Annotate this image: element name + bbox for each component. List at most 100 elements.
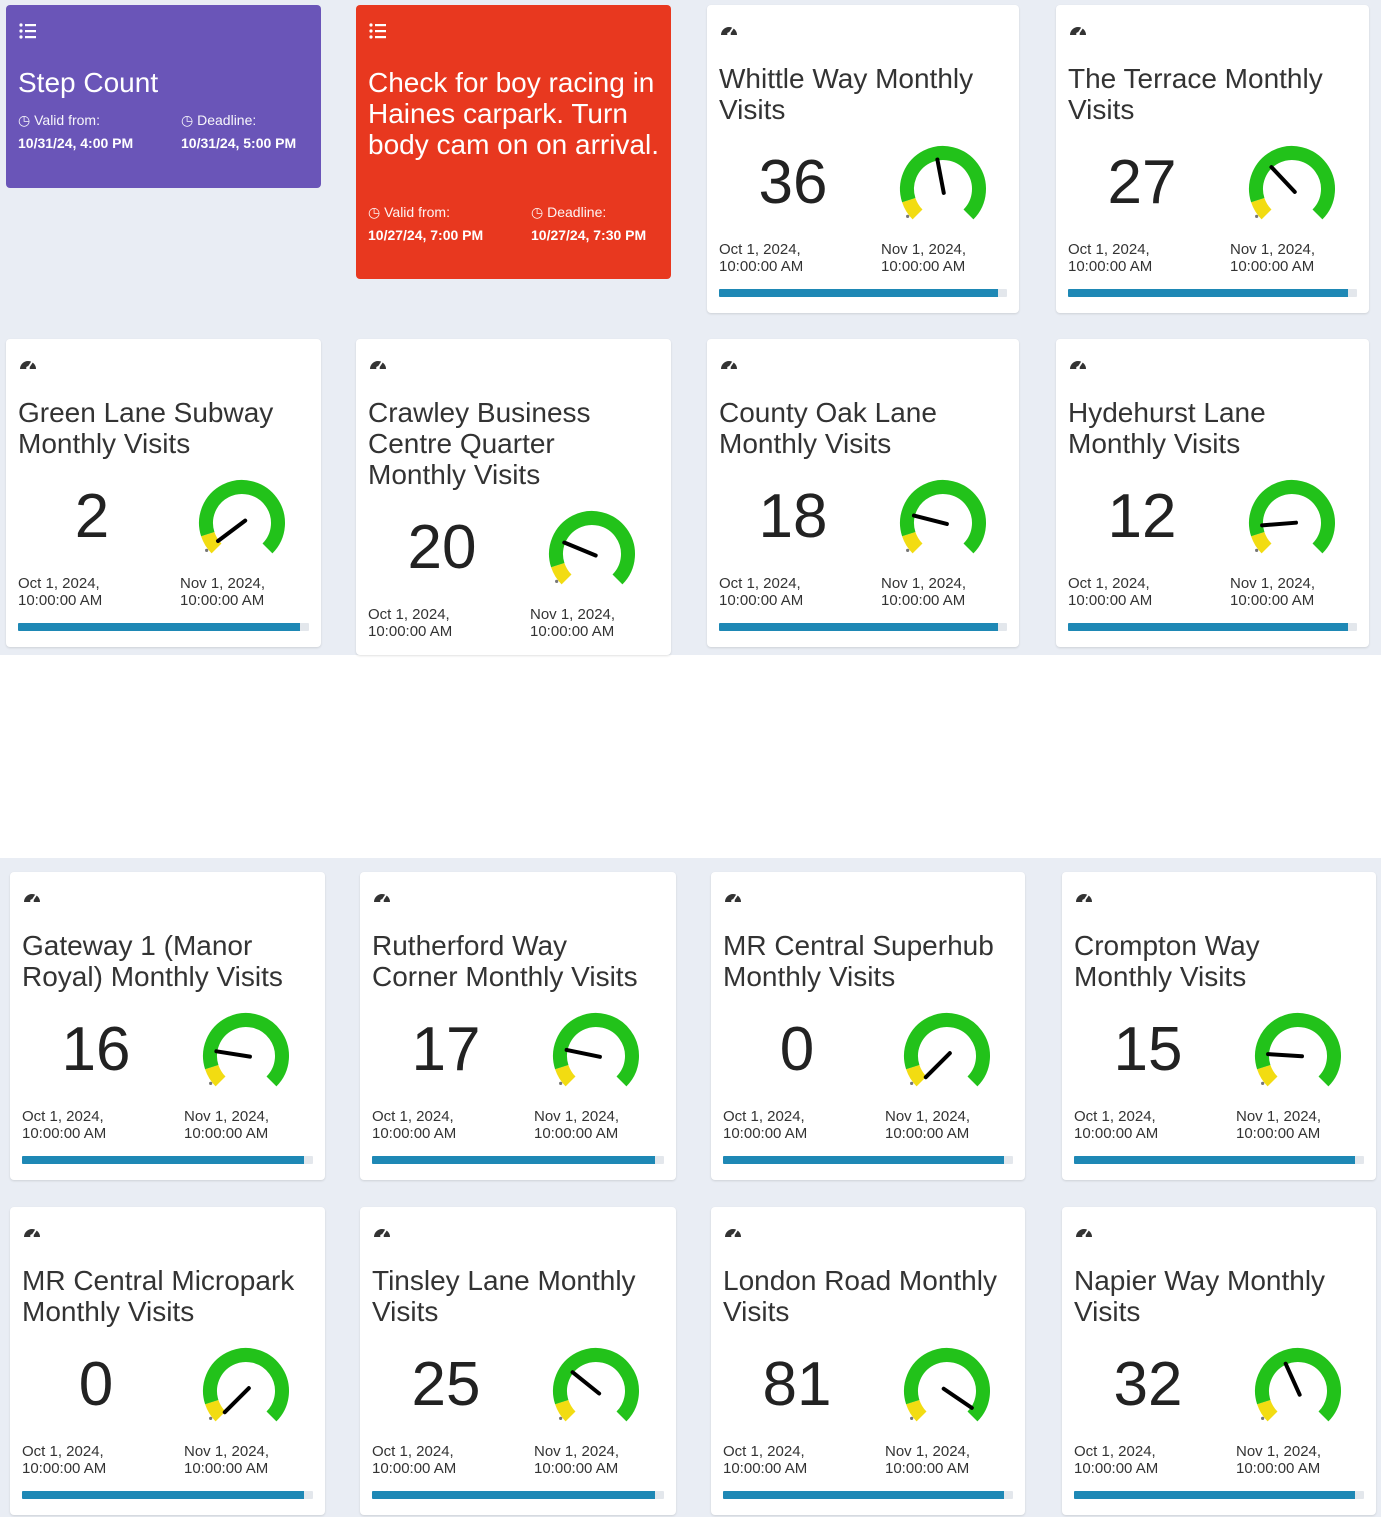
metric-title: Hydehurst Lane Monthly Visits: [1068, 397, 1266, 459]
gauge-warning-band: [205, 1064, 226, 1087]
task-title: Check for boy racing in Haines carpark. …: [368, 67, 660, 160]
gauge-chart: [553, 1013, 639, 1087]
period-end-date: Nov 1, 2024, 10:00:00 AM: [881, 241, 967, 275]
metric-title: London Road Monthly Visits: [723, 1265, 997, 1327]
gauge-min-marker: [209, 1081, 213, 1085]
gauge-needle: [1266, 1052, 1304, 1059]
gauge-needle: [1269, 165, 1297, 194]
period-progress-bar: [719, 623, 1007, 631]
metric-card[interactable]: London Road Monthly Visits 81 Oct 1, 2024,…: [711, 1207, 1025, 1515]
period-progress-fill: [22, 1491, 305, 1499]
period-progress-fill: [719, 623, 999, 631]
gauge-chart: [904, 1013, 990, 1087]
metric-card[interactable]: Green Lane Subway Monthly Visits 2 Oct 1, …: [6, 339, 321, 647]
gauge-min-marker: [906, 548, 910, 552]
gauge-icon: [20, 361, 36, 370]
gauge-icon: [374, 894, 390, 903]
metric-title: Green Lane Subway Monthly Visits: [18, 397, 274, 459]
metric-title: Tinsley Lane Monthly Visits: [372, 1265, 636, 1327]
period-end-date: Nov 1, 2024, 10:00:00 AM: [885, 1443, 971, 1477]
gauge-icon: [24, 894, 40, 903]
gauge-needle: [562, 540, 598, 558]
gauge-chart: [900, 146, 986, 220]
gauge-icon: [725, 1229, 741, 1238]
metric-card[interactable]: MR Central Micropark Monthly Visits 0 Oct …: [10, 1207, 325, 1515]
gauge-min-marker: [906, 214, 910, 218]
metric-value: 32: [1113, 1350, 1183, 1419]
period-progress-fill: [1074, 1156, 1356, 1164]
metric-value: 2: [74, 482, 110, 551]
period-progress-bar: [1074, 1491, 1364, 1499]
gauge-chart: [553, 1348, 639, 1422]
gauge-needle: [222, 1386, 251, 1415]
period-progress-bar: [18, 623, 309, 631]
period-progress-fill: [18, 623, 301, 631]
period-end-date: Nov 1, 2024, 10:00:00 AM: [1230, 241, 1316, 275]
metric-value: 81: [762, 1350, 832, 1419]
metric-card[interactable]: Hydehurst Lane Monthly Visits 12 Oct 1, 20…: [1056, 339, 1369, 647]
gauge-needle: [935, 157, 946, 195]
task-card-boy-racing[interactable]: Check for boy racing in Haines carpark. …: [356, 5, 671, 279]
deadline-value: 10/27/24, 7:30 PM: [531, 227, 647, 243]
period-end-date: Nov 1, 2024, 10:00:00 AM: [534, 1443, 620, 1477]
gauge-min-marker: [1255, 548, 1259, 552]
metric-card[interactable]: County Oak Lane Monthly Visits 18 Oct 1, 2…: [707, 339, 1019, 647]
list-icon: [19, 23, 36, 39]
period-progress-fill: [1074, 1491, 1356, 1499]
gauge-needle: [911, 513, 949, 526]
metric-value: 12: [1107, 482, 1177, 551]
gauge-icon: [721, 27, 737, 36]
metric-value: 27: [1107, 148, 1177, 217]
gauge-warning-band: [555, 1064, 576, 1087]
metric-card[interactable]: The Terrace Monthly Visits 27 Oct 1, 2024,…: [1056, 5, 1369, 313]
metric-card[interactable]: MR Central Superhub Monthly Visits 0 Oct 1…: [711, 872, 1025, 1180]
metric-title: Crawley Business Centre Quarter Monthly …: [368, 397, 591, 490]
valid-from-label: Valid from:: [384, 204, 450, 220]
task-card-step-count[interactable]: Step Count ◷ Valid from: 10/31/24, 4:00 …: [6, 5, 321, 188]
gauge-warning-band: [555, 1399, 576, 1422]
gauge-min-marker: [555, 579, 559, 583]
gauge-icon: [1076, 1229, 1092, 1238]
gauge-min-marker: [209, 1416, 213, 1420]
gauge-icon: [374, 1229, 390, 1238]
gauge-chart: [1255, 1013, 1341, 1087]
gauge-warning-band: [906, 1064, 927, 1087]
metric-card[interactable]: Rutherford Way Corner Monthly Visits 17 Oc…: [360, 872, 676, 1180]
gauge-warning-band: [1257, 1399, 1278, 1422]
task-title: Step Count: [18, 67, 159, 98]
gauge-warning-band: [1257, 1064, 1278, 1087]
metric-card[interactable]: Gateway 1 (Manor Royal) Monthly Visits 16…: [10, 872, 325, 1180]
metric-card[interactable]: Whittle Way Monthly Visits 36 Oct 1, 2024,…: [707, 5, 1019, 313]
period-end-date: Nov 1, 2024, 10:00:00 AM: [184, 1108, 270, 1142]
metric-card[interactable]: Crawley Business Centre Quarter Monthly …: [356, 339, 671, 655]
metric-card[interactable]: Crompton Way Monthly Visits 15 Oct 1, 2024…: [1062, 872, 1376, 1180]
period-progress-bar: [372, 1491, 664, 1499]
metric-card[interactable]: Napier Way Monthly Visits 32 Oct 1, 2024, …: [1062, 1207, 1376, 1515]
period-start-date: Oct 1, 2024, 10:00:00 AM: [18, 575, 103, 609]
metric-value: 17: [411, 1015, 481, 1084]
metric-value: 36: [758, 148, 828, 217]
metric-value: 0: [78, 1350, 114, 1419]
gauge-chart: [549, 511, 635, 585]
period-progress-bar: [22, 1491, 313, 1499]
period-progress-bar: [723, 1156, 1013, 1164]
deadline-label: Deadline:: [547, 204, 607, 220]
metric-title: Gateway 1 (Manor Royal) Monthly Visits: [22, 930, 283, 992]
period-start-date: Oct 1, 2024, 10:00:00 AM: [1074, 1108, 1159, 1142]
gauge-min-marker: [205, 548, 209, 552]
gauge-warning-band: [201, 531, 222, 554]
task-valid-from: ◷ Valid from: 10/31/24, 4:00 PM: [18, 109, 168, 155]
period-progress-fill: [1068, 289, 1349, 297]
valid-from-value: 10/27/24, 7:00 PM: [368, 227, 484, 243]
period-progress-fill: [1068, 623, 1349, 631]
period-end-date: Nov 1, 2024, 10:00:00 AM: [184, 1443, 270, 1477]
gauge-warning-band: [551, 562, 572, 585]
metric-card[interactable]: Tinsley Lane Monthly Visits 25 Oct 1, 2024…: [360, 1207, 676, 1515]
gauge-min-marker: [910, 1081, 914, 1085]
gauge-min-marker: [1255, 214, 1259, 218]
gauge-icon: [725, 894, 741, 903]
gauge-warning-band: [205, 1399, 226, 1422]
period-start-date: Oct 1, 2024, 10:00:00 AM: [1068, 575, 1153, 609]
period-start-date: Oct 1, 2024, 10:00:00 AM: [719, 241, 804, 275]
period-start-date: Oct 1, 2024, 10:00:00 AM: [723, 1108, 808, 1142]
